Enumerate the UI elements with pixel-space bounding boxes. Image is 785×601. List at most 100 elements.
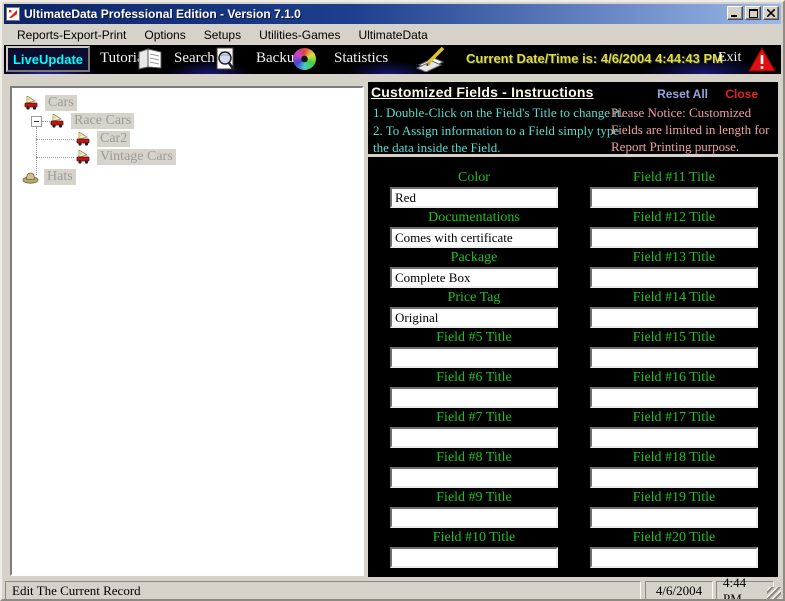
field-title[interactable]: Field #6 Title <box>390 370 558 386</box>
status-date: 4/6/2004 <box>645 581 713 600</box>
minimize-button[interactable] <box>727 6 743 20</box>
separator <box>368 154 778 157</box>
car-icon <box>24 96 40 110</box>
field-title[interactable]: Field #9 Title <box>390 490 558 506</box>
field-title[interactable]: Field #12 Title <box>590 210 758 226</box>
reset-all-button[interactable]: Reset All <box>657 87 708 101</box>
field-input-17[interactable] <box>590 427 758 448</box>
instruction-2: 2. To Assign information to a Field simp… <box>373 122 625 156</box>
app-window: UltimateData Professional Edition - Vers… <box>0 0 785 601</box>
close-icon <box>767 9 775 17</box>
field-title[interactable]: Field #14 Title <box>590 290 758 306</box>
field-title[interactable]: Field #15 Title <box>590 330 758 346</box>
menu-options[interactable]: Options <box>135 26 194 44</box>
field-title[interactable]: Field #20 Title <box>590 530 758 546</box>
field-input-color[interactable] <box>390 187 558 208</box>
tree-item-vintage-cars[interactable]: Vintage Cars <box>76 148 176 166</box>
field-input-13[interactable] <box>590 267 758 288</box>
maximize-icon <box>749 9 758 18</box>
menu-setups[interactable]: Setups <box>195 26 250 44</box>
category-tree: Cars Race Cars Car2 <box>10 86 364 576</box>
field-title[interactable]: Field #19 Title <box>590 490 758 506</box>
field-input-11[interactable] <box>590 187 758 208</box>
field-title[interactable]: Field #11 Title <box>590 170 758 186</box>
maximize-button[interactable] <box>745 6 761 20</box>
field-title[interactable]: Field #16 Title <box>590 370 758 386</box>
menu-ultimatedata[interactable]: UltimateData <box>349 26 436 44</box>
tree-item-cars[interactable]: Cars <box>24 94 77 112</box>
window-title: UltimateData Professional Edition - Vers… <box>24 7 301 21</box>
field-input-9[interactable] <box>390 507 558 528</box>
field-title[interactable]: Field #5 Title <box>390 330 558 346</box>
tree-connector <box>36 157 74 158</box>
field-input-19[interactable] <box>590 507 758 528</box>
liveupdate-button[interactable]: LiveUpdate <box>6 46 90 72</box>
field-input-8[interactable] <box>390 467 558 488</box>
field-group-8: Field #8 Title <box>390 450 558 488</box>
field-title[interactable]: Field #18 Title <box>590 450 758 466</box>
status-bar: Edit The Current Record 4/6/2004 4:44 PM <box>4 580 781 601</box>
field-input-price-tag[interactable] <box>390 307 558 328</box>
panel-title: Customized Fields - Instructions <box>371 84 594 100</box>
search-button[interactable]: Search <box>174 50 215 67</box>
tree-connector <box>42 121 50 122</box>
status-message: Edit The Current Record <box>5 581 641 600</box>
status-message-text: Edit The Current Record <box>12 583 141 599</box>
statistics-pencil-icon[interactable] <box>416 46 448 72</box>
field-input-7[interactable] <box>390 427 558 448</box>
field-title[interactable]: Field #10 Title <box>390 530 558 546</box>
customized-fields-panel: Customized Fields - Instructions Reset A… <box>368 82 778 577</box>
backup-cd-icon[interactable] <box>293 48 316 70</box>
exit-warning-icon[interactable] <box>748 47 776 72</box>
field-title[interactable]: Field #8 Title <box>390 450 558 466</box>
field-input-6[interactable] <box>390 387 558 408</box>
menu-reports-export-print[interactable]: Reports-Export-Print <box>8 26 135 44</box>
exit-button[interactable]: Exit <box>718 50 741 66</box>
field-group-color: Color <box>390 170 558 208</box>
close-button[interactable] <box>763 6 779 20</box>
menu-utilities-games[interactable]: Utilities-Games <box>250 26 349 44</box>
status-date-text: 4/6/2004 <box>656 583 702 599</box>
field-input-16[interactable] <box>590 387 758 408</box>
field-title[interactable]: Field #7 Title <box>390 410 558 426</box>
field-group-13: Field #13 Title <box>590 250 758 288</box>
field-group-18: Field #18 Title <box>590 450 758 488</box>
field-title[interactable]: Price Tag <box>390 290 558 306</box>
field-input-15[interactable] <box>590 347 758 368</box>
tree-item-hats[interactable]: Hats <box>22 168 76 186</box>
field-group-15: Field #15 Title <box>590 330 758 368</box>
field-title[interactable]: Field #13 Title <box>590 250 758 266</box>
field-title[interactable]: Color <box>390 170 558 186</box>
tree-item-car2[interactable]: Car2 <box>76 130 130 148</box>
collapse-icon[interactable] <box>31 116 42 127</box>
field-input-14[interactable] <box>590 307 758 328</box>
field-group-7: Field #7 Title <box>390 410 558 448</box>
field-group-documentations: Documentations <box>390 210 558 248</box>
search-icon[interactable] <box>214 47 238 72</box>
field-input-5[interactable] <box>390 347 558 368</box>
tree-item-label: Race Cars <box>71 113 134 129</box>
field-title[interactable]: Documentations <box>390 210 558 226</box>
car-icon <box>76 132 92 146</box>
statistics-button[interactable]: Statistics <box>334 50 388 67</box>
book-icon[interactable] <box>137 48 163 70</box>
tree-item-race-cars[interactable]: Race Cars <box>31 112 134 130</box>
field-input-documentations[interactable] <box>390 227 558 248</box>
resize-grip[interactable] <box>767 587 781 601</box>
field-group-10: Field #10 Title <box>390 530 558 568</box>
field-input-18[interactable] <box>590 467 758 488</box>
close-panel-button[interactable]: Close <box>725 87 758 101</box>
tree-connector <box>36 139 74 140</box>
field-input-10[interactable] <box>390 547 558 568</box>
car-icon <box>50 114 66 128</box>
field-title[interactable]: Field #17 Title <box>590 410 758 426</box>
field-input-20[interactable] <box>590 547 758 568</box>
app-icon <box>6 7 20 21</box>
field-input-12[interactable] <box>590 227 758 248</box>
minimize-icon <box>731 9 739 17</box>
tree-item-label: Hats <box>44 169 76 185</box>
field-title[interactable]: Package <box>390 250 558 266</box>
field-group-9: Field #9 Title <box>390 490 558 528</box>
field-input-package[interactable] <box>390 267 558 288</box>
field-group-20: Field #20 Title <box>590 530 758 568</box>
